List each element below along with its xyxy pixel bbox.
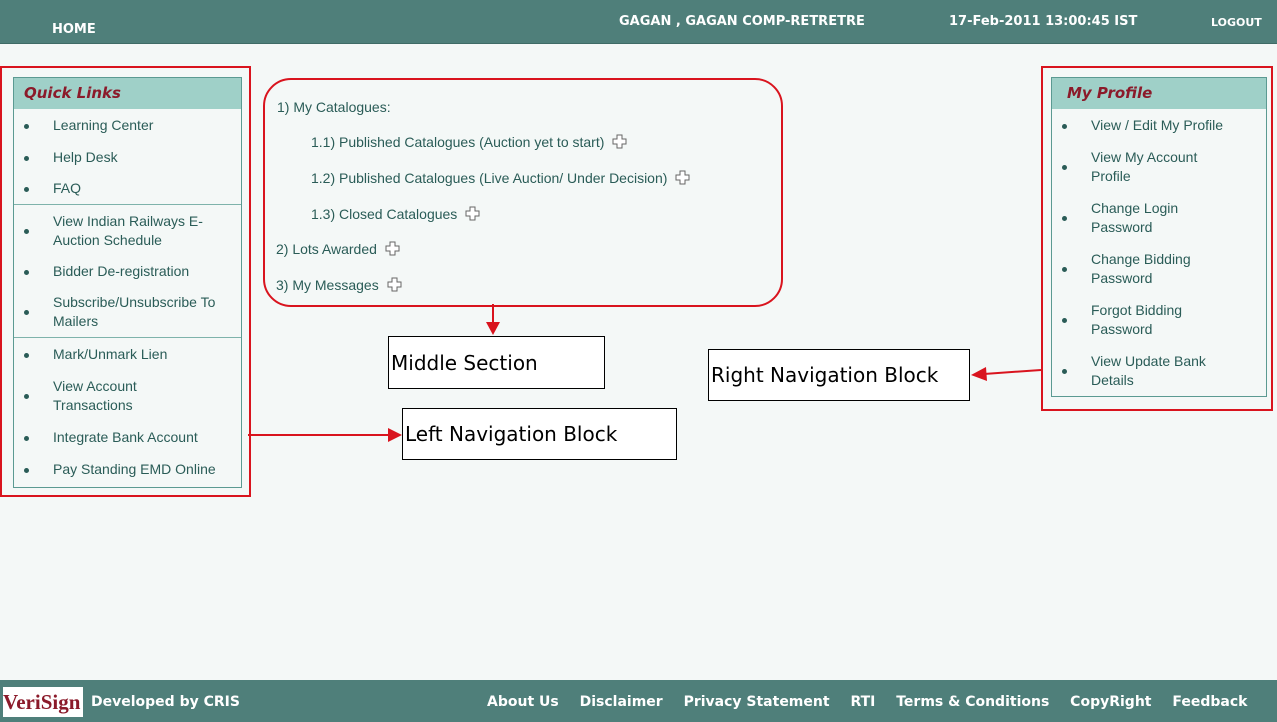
footer-link-terms[interactable]: Terms & Conditions xyxy=(896,694,1049,710)
footer-link-copyright[interactable]: CopyRight xyxy=(1070,694,1151,710)
footer-link-disclaimer[interactable]: Disclaimer xyxy=(580,694,663,710)
footer-link-feedback[interactable]: Feedback xyxy=(1172,694,1247,710)
verisign-logo: VeriSign xyxy=(3,687,83,717)
footer-links: About Us Disclaimer Privacy Statement RT… xyxy=(487,694,1263,710)
developed-by: Developed by CRIS xyxy=(91,694,240,710)
left-arrowhead-icon xyxy=(388,428,402,442)
footer-link-privacy[interactable]: Privacy Statement xyxy=(684,694,830,710)
footer: VeriSign Developed by CRIS About Us Disc… xyxy=(0,680,1277,722)
right-arrowhead-icon xyxy=(971,367,987,381)
footer-link-rti[interactable]: RTI xyxy=(850,694,875,710)
middle-arrowhead-icon xyxy=(486,322,500,335)
annotation-arrows xyxy=(248,304,1042,442)
right-arrow-line xyxy=(983,369,1042,375)
footer-link-about[interactable]: About Us xyxy=(487,694,559,710)
